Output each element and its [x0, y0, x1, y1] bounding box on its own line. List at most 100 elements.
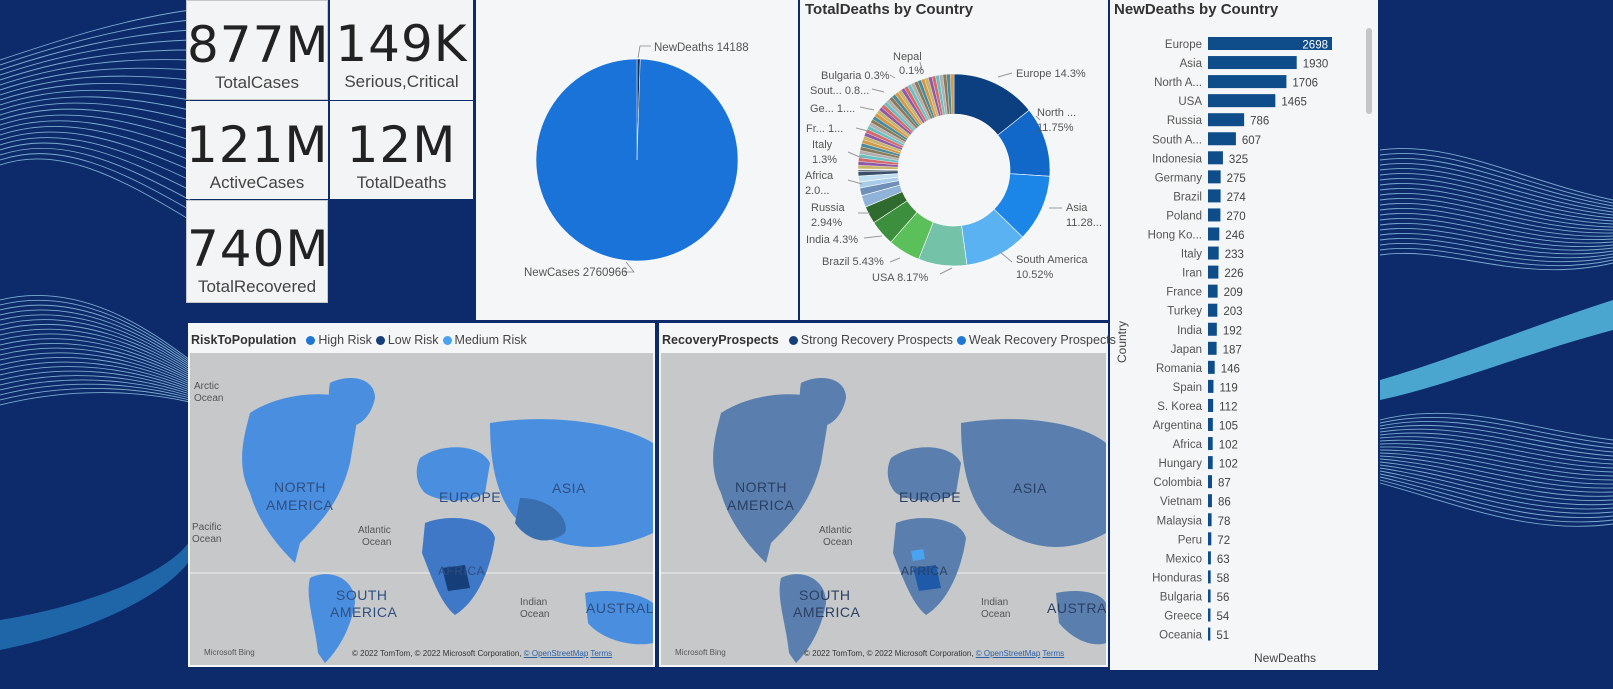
legend-dot-high — [306, 336, 316, 345]
bar-russia[interactable] — [1208, 113, 1245, 127]
bar-category-label: Japan — [1171, 344, 1202, 356]
bar-value-label: 209 — [1224, 287, 1243, 299]
bar-category-label: Italy — [1181, 249, 1202, 261]
recovery-map-title: RecoveryProspects — [662, 333, 779, 347]
bar-iran[interactable] — [1208, 265, 1219, 279]
donut-label-bulgaria: Bulgaria 0.3% — [821, 70, 890, 82]
legend-strong-recovery: Strong Recovery Prospects — [800, 333, 953, 347]
bar-category-label: Malaysia — [1157, 515, 1203, 527]
svg-text:Ocean: Ocean — [520, 609, 549, 620]
bar-greece[interactable] — [1208, 608, 1211, 622]
bar-africa[interactable] — [1208, 437, 1213, 451]
bar-honduras[interactable] — [1208, 570, 1211, 584]
terms-link[interactable]: Terms — [1042, 649, 1064, 658]
bar-romania[interactable] — [1208, 360, 1215, 374]
bar-value-label: 274 — [1227, 192, 1247, 204]
bar-north-a-[interactable] — [1208, 75, 1287, 89]
bing-logo: Microsoft Bing — [204, 648, 255, 657]
kpi-value: 740M — [187, 220, 330, 278]
bar-category-label: Colombia — [1153, 477, 1202, 489]
kpi-label: TotalDeaths — [356, 173, 447, 192]
donut-label-europe: Europe 14.3% — [1016, 68, 1086, 80]
legend-low-risk: Low Risk — [387, 333, 439, 347]
bar-argentina[interactable] — [1208, 418, 1213, 431]
donut-label-south-america: South America — [1016, 254, 1088, 266]
donut-chart-panel[interactable]: TotalDeaths by Country Europe 14.3% Nort… — [800, 0, 1108, 320]
bar-france[interactable] — [1208, 284, 1218, 298]
bar-category-label: Hong Ko... — [1148, 230, 1202, 242]
kpi-card-total-recovered[interactable]: 740M TotalRecovered — [186, 200, 330, 303]
donut-label-north-america: North ... — [1037, 107, 1076, 119]
svg-text:Ocean: Ocean — [981, 609, 1010, 620]
svg-text:Indian: Indian — [520, 597, 547, 608]
osm-link[interactable]: © OpenStreetMap — [976, 649, 1041, 658]
bar-category-label: Indonesia — [1152, 153, 1202, 165]
bar-value-label: 607 — [1242, 135, 1261, 147]
bar-mexico[interactable] — [1208, 551, 1211, 565]
bar-chart-panel[interactable]: NewDeaths by Country Country NewDeaths E… — [1110, 0, 1378, 670]
bar-category-label: France — [1166, 287, 1202, 299]
donut-label-asia: Asia — [1066, 202, 1088, 214]
bar-peru[interactable] — [1208, 532, 1212, 546]
map-label-africa: AFRICA — [438, 564, 485, 578]
kpi-card-total-deaths[interactable]: 12M TotalDeaths — [330, 101, 473, 199]
kpi-card-active-cases[interactable]: 121M ActiveCases — [186, 101, 328, 199]
bar-oceania[interactable] — [1208, 627, 1211, 641]
bar-value-label: 1465 — [1281, 97, 1307, 109]
recovery-map-panel[interactable]: RecoveryProspects Strong Recovery Prospec… — [659, 323, 1116, 667]
bar-vietnam[interactable] — [1208, 494, 1212, 508]
terms-link[interactable]: Terms — [590, 649, 612, 658]
bar-colombia[interactable] — [1208, 475, 1212, 489]
bar-brazil[interactable] — [1208, 189, 1221, 203]
donut-label-italy: Italy — [812, 139, 833, 151]
pie-chart-panel[interactable]: NewDeaths 14188 NewCases 2760966 — [476, 0, 798, 320]
bar-value-label: 2698 — [1302, 40, 1328, 52]
bar-chart: Country NewDeaths Europe 2698 Asia 1930 Nort… — [1115, 28, 1372, 665]
bar-value-label: 56 — [1217, 592, 1230, 604]
bar-malaysia[interactable] — [1208, 513, 1212, 527]
bar-category-label: Greece — [1164, 611, 1202, 623]
svg-text:ASIA: ASIA — [1013, 480, 1047, 496]
osm-link[interactable]: © OpenStreetMap — [524, 649, 589, 658]
recovery-world-map[interactable]: Atlantic Ocean Indian Ocean NORTH AMERIC… — [661, 353, 1106, 665]
bar-japan[interactable] — [1208, 341, 1217, 355]
bar-value-label: 102 — [1219, 440, 1238, 452]
bar-bulgaria[interactable] — [1208, 589, 1211, 603]
bar-value-label: 1706 — [1292, 78, 1318, 90]
bar-indonesia[interactable] — [1208, 151, 1223, 165]
bar-hong-ko-[interactable] — [1208, 227, 1220, 241]
risk-map-panel[interactable]: RiskToPopulation High Risk Low Risk Medium … — [188, 323, 655, 667]
map-attribution: © 2022 TomTom, © 2022 Microsoft Corporat… — [352, 649, 613, 658]
kpi-label: Serious,Critical — [344, 72, 459, 91]
pie-slice-newcases[interactable] — [535, 58, 739, 262]
bar-s-korea[interactable] — [1208, 398, 1214, 412]
bar-spain[interactable] — [1208, 379, 1214, 393]
svg-text:AUSTRA: AUSTRA — [1047, 600, 1106, 616]
bar-asia[interactable] — [1208, 56, 1297, 70]
greenland-shape — [328, 378, 375, 427]
bar-value-label: 325 — [1229, 154, 1248, 166]
bar-germany[interactable] — [1208, 170, 1221, 184]
bar-category-label: Spain — [1173, 382, 1202, 394]
kpi-label: TotalCases — [214, 73, 300, 92]
risk-world-map[interactable]: Arctic Ocean Pacific Ocean Atlantic Ocea… — [190, 353, 653, 665]
bar-category-label: Africa — [1173, 439, 1203, 451]
kpi-value: 877M — [187, 16, 330, 74]
donut-label-africa: Africa — [805, 170, 834, 182]
bar-south-a-[interactable] — [1208, 132, 1236, 146]
legend-dot-low — [375, 336, 385, 345]
map-attribution: © 2022 TomTom, © 2022 Microsoft Corporat… — [804, 649, 1065, 658]
kpi-card-serious-critical[interactable]: 149K Serious,Critical — [330, 0, 473, 100]
bar-category-label: Iran — [1182, 268, 1202, 280]
pie-leader-deaths — [637, 45, 651, 59]
bar-category-label: Honduras — [1152, 572, 1202, 584]
bar-usa[interactable] — [1208, 94, 1276, 108]
bar-turkey[interactable] — [1208, 303, 1218, 317]
bar-chart-scrollbar[interactable] — [1366, 28, 1372, 114]
bar-poland[interactable] — [1208, 208, 1221, 222]
donut-label-france: Fr... 1... — [806, 123, 843, 135]
bar-india[interactable] — [1208, 322, 1217, 336]
kpi-card-total-cases[interactable]: 877M TotalCases — [186, 0, 330, 100]
bar-italy[interactable] — [1208, 246, 1219, 260]
bar-hungary[interactable] — [1208, 456, 1213, 470]
